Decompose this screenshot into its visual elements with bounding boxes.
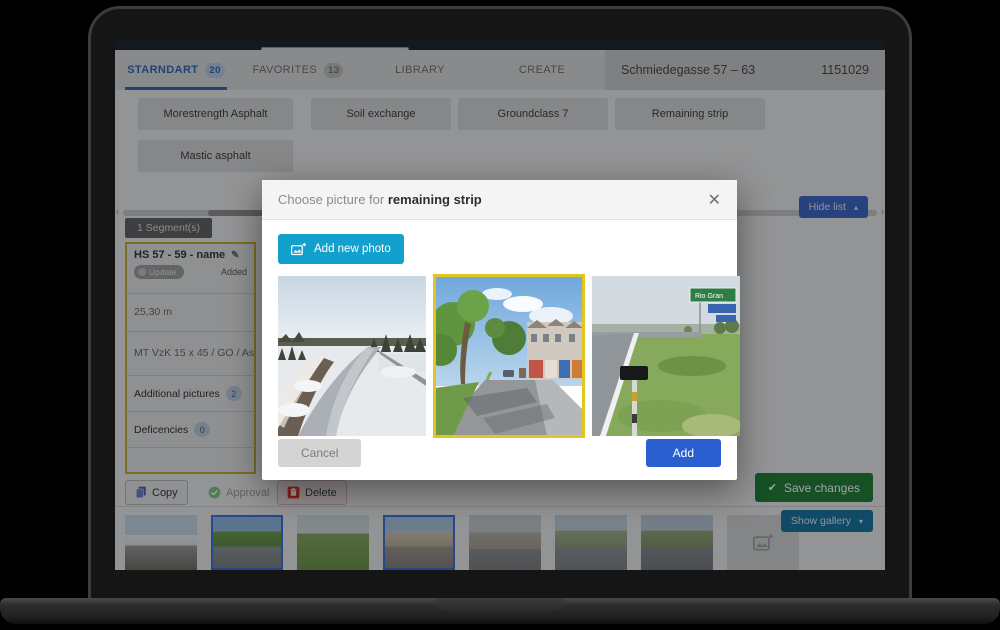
add-photo-icon	[291, 243, 306, 256]
modal-title: Choose picture for remaining strip	[278, 192, 482, 207]
choose-picture-modal: Choose picture for remaining strip ✕ Add…	[262, 180, 737, 480]
page-background: INFRA-44 Schmiedegasse ▾ Home Administra…	[0, 0, 1000, 630]
modal-title-prefix: Choose picture for	[278, 192, 388, 207]
photo-option-rural-roadside[interactable]: Rio Gran	[592, 276, 740, 436]
add-new-photo-label: Add new photo	[314, 243, 391, 255]
add-button[interactable]: Add	[646, 439, 721, 467]
modal-title-strong: remaining strip	[388, 192, 482, 207]
svg-text:Rio Gran: Rio Gran	[695, 293, 723, 300]
photo-options-row: Rio Gran	[278, 276, 740, 436]
app-window: INFRA-44 Schmiedegasse ▾ Home Administra…	[115, 40, 885, 570]
close-icon[interactable]: ✕	[708, 190, 721, 210]
cancel-label: Cancel	[301, 446, 338, 460]
cancel-button[interactable]: Cancel	[278, 439, 361, 467]
photo-option-tree-street[interactable]	[435, 276, 583, 436]
add-new-photo-button[interactable]: Add new photo	[278, 234, 404, 264]
modal-header: Choose picture for remaining strip ✕	[262, 180, 737, 220]
add-label: Add	[673, 446, 694, 460]
laptop-notch	[435, 598, 565, 611]
photo-option-winter-highway[interactable]	[278, 276, 426, 436]
